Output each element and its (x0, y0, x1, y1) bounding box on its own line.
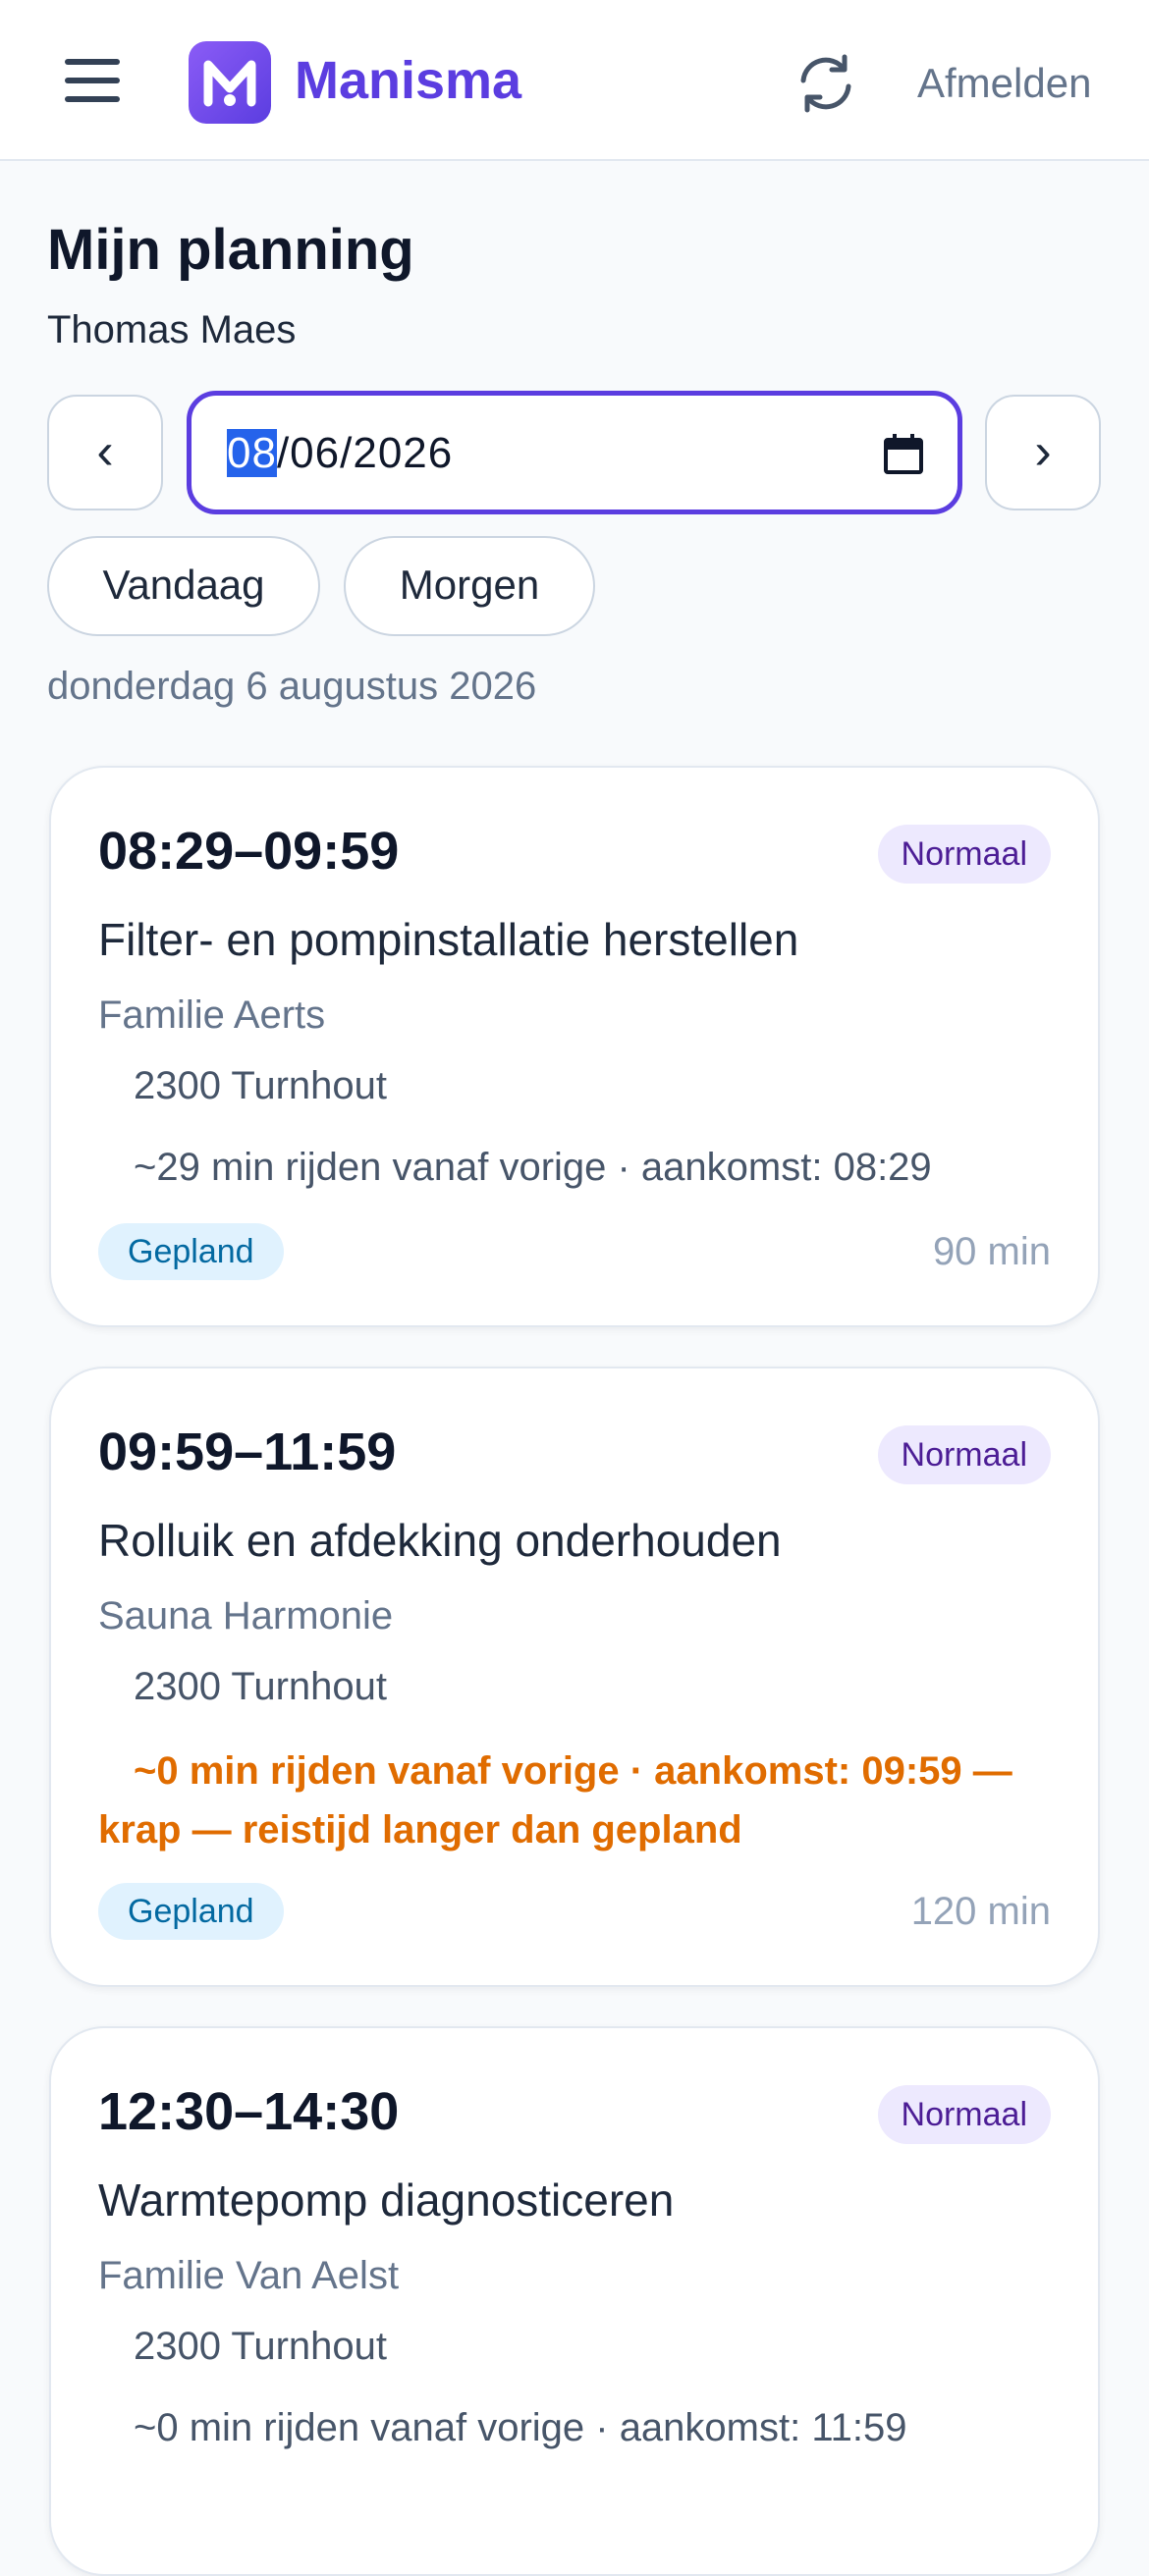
today-chip[interactable]: Vandaag (47, 536, 320, 636)
appointment-location: 2300 Turnhout (134, 1064, 387, 1107)
tomorrow-chip[interactable]: Morgen (344, 536, 595, 636)
refresh-icon[interactable] (792, 49, 860, 118)
appointment-card[interactable]: 12:30–14:30 Normaal Warmtepomp diagnosti… (49, 2026, 1100, 2576)
user-name: Thomas Maes (47, 308, 297, 351)
status-badge: Gepland (98, 1883, 284, 1940)
travel-info: ~29 min rijden vanaf vorige · aankomst: … (134, 1146, 932, 1189)
appointment-duration: 120 min (910, 1890, 1051, 1933)
appointment-client: Familie Aerts (98, 993, 326, 1037)
priority-badge: Normaal (877, 825, 1051, 884)
calendar-icon[interactable] (879, 429, 928, 478)
appointment-location: 2300 Turnhout (134, 2325, 387, 2368)
next-day-button[interactable]: › (985, 395, 1101, 510)
appointment-job: Filter- en pompinstallatie herstellen (98, 914, 799, 965)
top-bar: Manisma Afmelden (0, 0, 1149, 161)
page-title: Mijn planning (47, 218, 414, 282)
appointment-client: Sauna Harmonie (98, 1594, 394, 1637)
previous-day-button[interactable]: ‹ (47, 395, 163, 510)
date-rest-segment[interactable]: /06/2026 (277, 429, 453, 477)
priority-badge: Normaal (877, 2085, 1051, 2144)
date-day-segment[interactable]: 08 (227, 429, 277, 477)
appointment-job: Rolluik en afdekking onderhouden (98, 1515, 782, 1566)
travel-info: ~0 min rijden vanaf vorige · aankomst: 1… (134, 2406, 907, 2449)
appointment-job: Warmtepomp diagnosticeren (98, 2174, 675, 2226)
appointment-location: 2300 Turnhout (134, 1665, 387, 1708)
date-input[interactable]: 08/06/2026 (187, 391, 962, 514)
manisma-logo (189, 41, 271, 124)
brand-name: Manisma (295, 51, 522, 110)
menu-icon[interactable] (65, 59, 120, 102)
status-badge: Gepland (98, 1223, 284, 1280)
appointment-time: 09:59–11:59 (98, 1422, 397, 1481)
travel-warning: ~0 min rijden vanaf vorige · aankomst: 0… (98, 1749, 1012, 1852)
appointment-time: 08:29–09:59 (98, 822, 400, 881)
selected-day-label: donderdag 6 augustus 2026 (47, 665, 537, 708)
logout-button[interactable]: Afmelden (917, 57, 1091, 110)
appointment-card[interactable]: 08:29–09:59 Normaal Filter- en pompinsta… (49, 766, 1100, 1327)
appointment-duration: 90 min (932, 1230, 1051, 1273)
appointment-client: Familie Van Aelst (98, 2254, 400, 2297)
appointment-card[interactable]: 09:59–11:59 Normaal Rolluik en afdekking… (49, 1367, 1100, 1987)
priority-badge: Normaal (877, 1425, 1051, 1484)
appointment-time: 12:30–14:30 (98, 2082, 400, 2141)
